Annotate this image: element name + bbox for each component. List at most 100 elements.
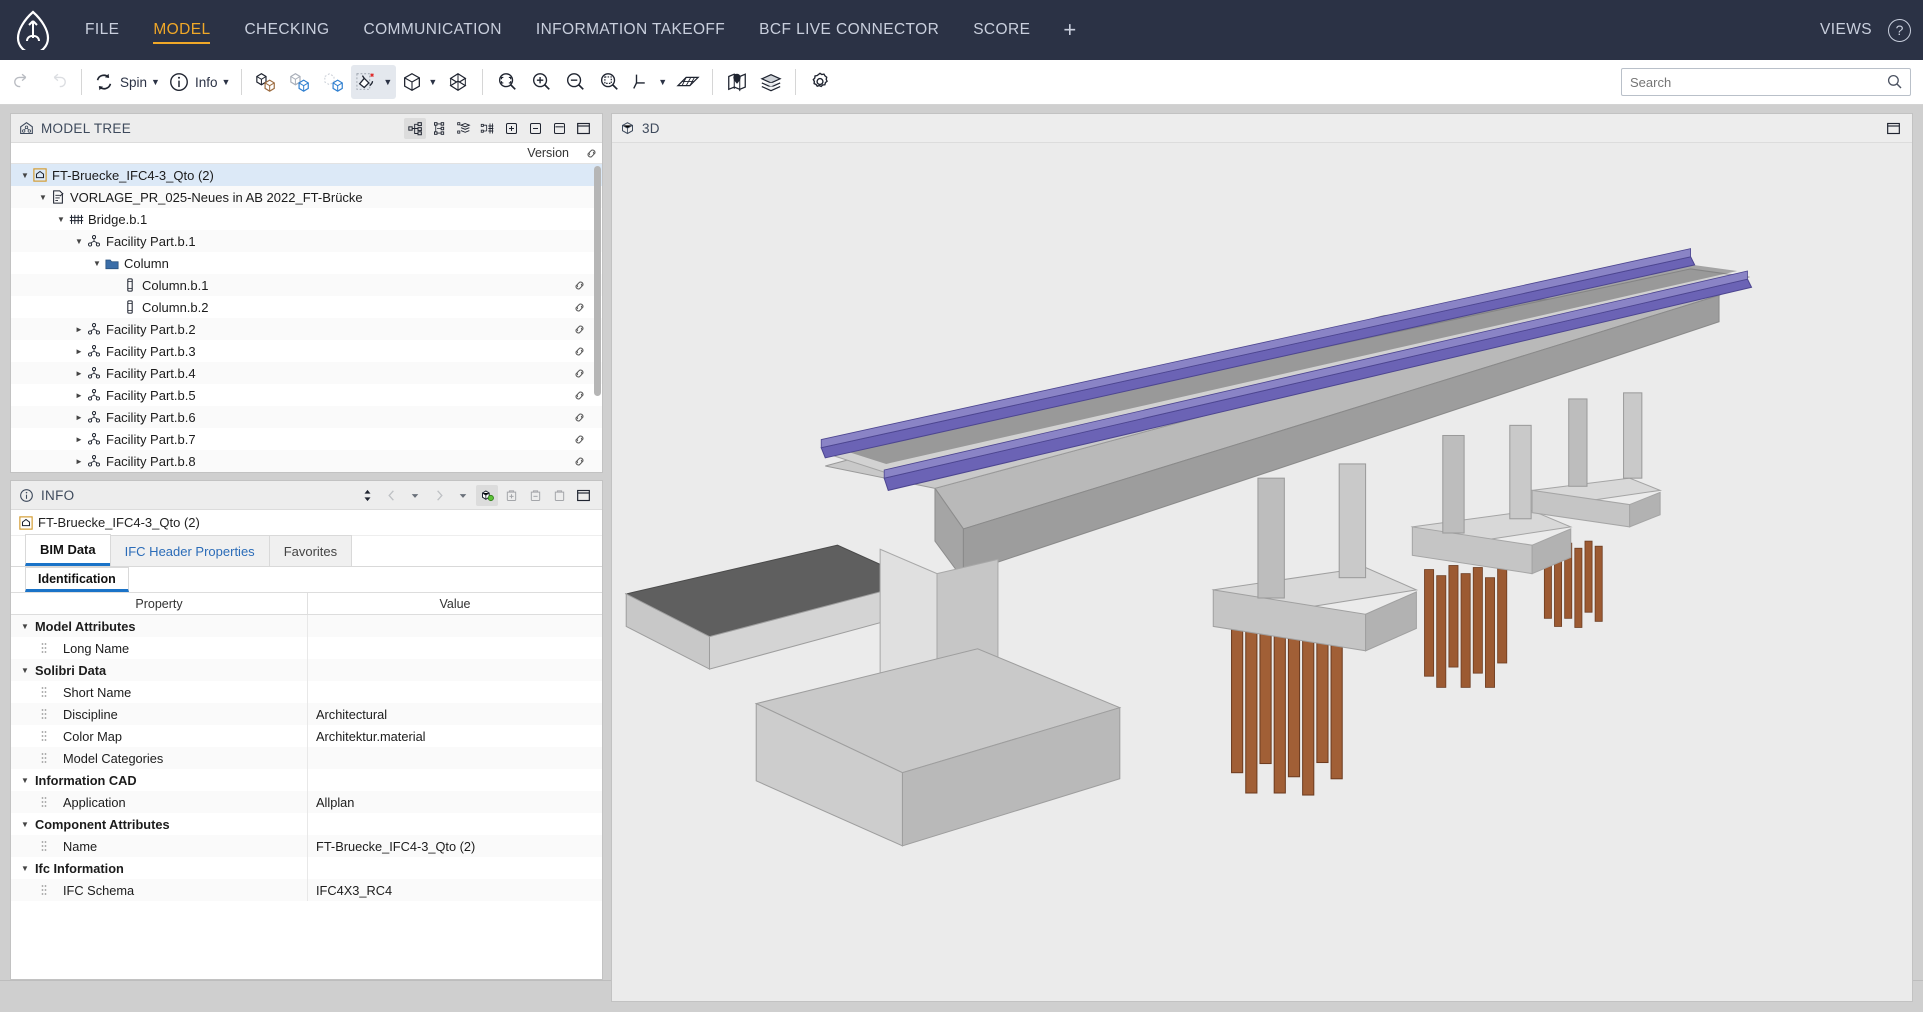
tree-row[interactable]: ▼ FT-Bruecke_IFC4-3_Qto (2): [11, 164, 602, 186]
show-hide-components-icon[interactable]: [249, 65, 283, 99]
property-row[interactable]: Color Map Architektur.material: [11, 725, 602, 747]
search-box[interactable]: [1621, 68, 1911, 96]
nav-tab-file[interactable]: FILE: [68, 0, 136, 60]
drag-handle-icon[interactable]: [41, 840, 55, 852]
zoom-in-icon[interactable]: [524, 65, 558, 99]
drag-handle-icon[interactable]: [41, 752, 55, 764]
info-subtab-identification[interactable]: Identification: [25, 567, 129, 592]
link-icon[interactable]: [573, 389, 586, 402]
cutaway-icon[interactable]: [441, 65, 475, 99]
maximize-panel-button[interactable]: [572, 118, 594, 139]
chevron-down-icon[interactable]: ▼: [19, 820, 31, 829]
chevron-down-icon[interactable]: ▼: [221, 77, 230, 87]
clear-selection-button[interactable]: [548, 485, 570, 506]
chevron-down-icon[interactable]: ▼: [19, 666, 31, 675]
info-tab-favorites[interactable]: Favorites: [268, 535, 353, 566]
nav-tab-checking[interactable]: CHECKING: [227, 0, 346, 60]
zoom-out-icon[interactable]: [558, 65, 592, 99]
info-tab-bim-data[interactable]: BIM Data: [25, 534, 111, 566]
maximize-panel-button[interactable]: [572, 485, 594, 506]
nav-tab-score[interactable]: SCORE: [956, 0, 1047, 60]
chevron-right-icon[interactable]: ►: [73, 369, 85, 378]
add-tab-button[interactable]: +: [1047, 0, 1092, 60]
measure-icon[interactable]: ▼: [626, 65, 671, 99]
app-logo-icon[interactable]: [10, 7, 56, 53]
grid-icon[interactable]: [671, 65, 705, 99]
model-tree-rows[interactable]: ▼ FT-Bruecke_IFC4-3_Qto (2) ▼ VORLAGE_PR_02…: [11, 164, 602, 472]
sort-updown-button[interactable]: [356, 485, 378, 506]
link-icon[interactable]: [573, 411, 586, 424]
drag-handle-icon[interactable]: [41, 730, 55, 742]
tree-row[interactable]: Column.b.2: [11, 296, 602, 318]
chevron-right-icon[interactable]: ►: [73, 391, 85, 400]
views-menu[interactable]: VIEWS: [1820, 21, 1872, 39]
tree-row[interactable]: ► Facility Part.b.7: [11, 428, 602, 450]
next-dropdown-button[interactable]: [452, 485, 474, 506]
paint-components-icon[interactable]: ▼: [351, 65, 397, 99]
link-icon[interactable]: [573, 279, 586, 292]
drag-handle-icon[interactable]: [41, 884, 55, 896]
property-row[interactable]: Short Name: [11, 681, 602, 703]
tree-row[interactable]: ► Facility Part.b.4: [11, 362, 602, 384]
previous-dropdown-button[interactable]: [404, 485, 426, 506]
chevron-down-icon[interactable]: ▼: [91, 259, 103, 268]
link-icon[interactable]: [573, 433, 586, 446]
property-row[interactable]: Discipline Architectural: [11, 703, 602, 725]
chevron-down-icon[interactable]: ▼: [658, 77, 667, 87]
drag-handle-icon[interactable]: [41, 796, 55, 808]
transparent-components-icon[interactable]: [283, 65, 317, 99]
add-to-selection-button[interactable]: [500, 485, 522, 506]
link-icon[interactable]: [573, 323, 586, 336]
chevron-right-icon[interactable]: ►: [73, 347, 85, 356]
chevron-down-icon[interactable]: ▼: [37, 193, 49, 202]
tree-row[interactable]: Column.b.1: [11, 274, 602, 296]
tree-row[interactable]: ▼ Column: [11, 252, 602, 274]
tree-row[interactable]: ▼ Bridge.b.1: [11, 208, 602, 230]
chevron-down-icon[interactable]: ▼: [19, 776, 31, 785]
tree-row[interactable]: ► Facility Part.b.6: [11, 406, 602, 428]
link-icon[interactable]: [573, 301, 586, 314]
search-icon[interactable]: [1885, 74, 1910, 90]
nav-tab-information-takeoff[interactable]: INFORMATION TAKEOFF: [519, 0, 742, 60]
nav-tab-bcf-live-connector[interactable]: BCF LIVE CONNECTOR: [742, 0, 956, 60]
hide-selected-button[interactable]: [524, 118, 546, 139]
undo-icon[interactable]: [6, 65, 40, 99]
remove-from-selection-button[interactable]: [524, 485, 546, 506]
chevron-down-icon[interactable]: ▼: [383, 77, 392, 87]
zoom-selected-button[interactable]: [500, 118, 522, 139]
chevron-right-icon[interactable]: ►: [73, 325, 85, 334]
link-icon[interactable]: [573, 367, 586, 380]
property-row[interactable]: ▼ Information CAD: [11, 769, 602, 791]
property-row[interactable]: Long Name: [11, 637, 602, 659]
tree-row[interactable]: ► Facility Part.b.5: [11, 384, 602, 406]
chevron-down-icon[interactable]: ▼: [55, 215, 67, 224]
info-tab-ifc-header-properties[interactable]: IFC Header Properties: [109, 535, 270, 566]
hidden-components-icon[interactable]: [317, 65, 351, 99]
info-object-row[interactable]: FT-Bruecke_IFC4-3_Qto (2): [11, 510, 602, 536]
chevron-down-icon[interactable]: ▼: [19, 171, 31, 180]
nav-tab-communication[interactable]: COMMUNICATION: [346, 0, 518, 60]
spin-tool-button[interactable]: Spin ▼: [89, 65, 164, 99]
property-row[interactable]: IFC Schema IFC4X3_RC4: [11, 879, 602, 901]
section-box-icon[interactable]: ▼: [396, 65, 441, 99]
layers-icon[interactable]: [754, 65, 788, 99]
link-icon[interactable]: [573, 345, 586, 358]
property-row[interactable]: ▼ Ifc Information: [11, 857, 602, 879]
property-row[interactable]: ▼ Component Attributes: [11, 813, 602, 835]
tree-row[interactable]: ▼ Facility Part.b.1: [11, 230, 602, 252]
property-row[interactable]: ▼ Solibri Data: [11, 659, 602, 681]
drag-handle-icon[interactable]: [41, 642, 55, 654]
nav-tab-model[interactable]: MODEL: [136, 0, 227, 60]
tree-layers-button[interactable]: [452, 118, 474, 139]
chevron-down-icon[interactable]: ▼: [73, 237, 85, 246]
drag-handle-icon[interactable]: [41, 708, 55, 720]
link-icon[interactable]: [573, 455, 586, 468]
isolate-selected-button[interactable]: [548, 118, 570, 139]
redo-icon[interactable]: [40, 65, 74, 99]
tree-structure-button[interactable]: [404, 117, 426, 139]
chevron-down-icon[interactable]: ▼: [428, 77, 437, 87]
tree-row[interactable]: ► Facility Part.b.3: [11, 340, 602, 362]
drag-handle-icon[interactable]: [41, 686, 55, 698]
3d-model-viewport[interactable]: [612, 143, 1912, 1002]
settings-icon[interactable]: [803, 65, 837, 99]
